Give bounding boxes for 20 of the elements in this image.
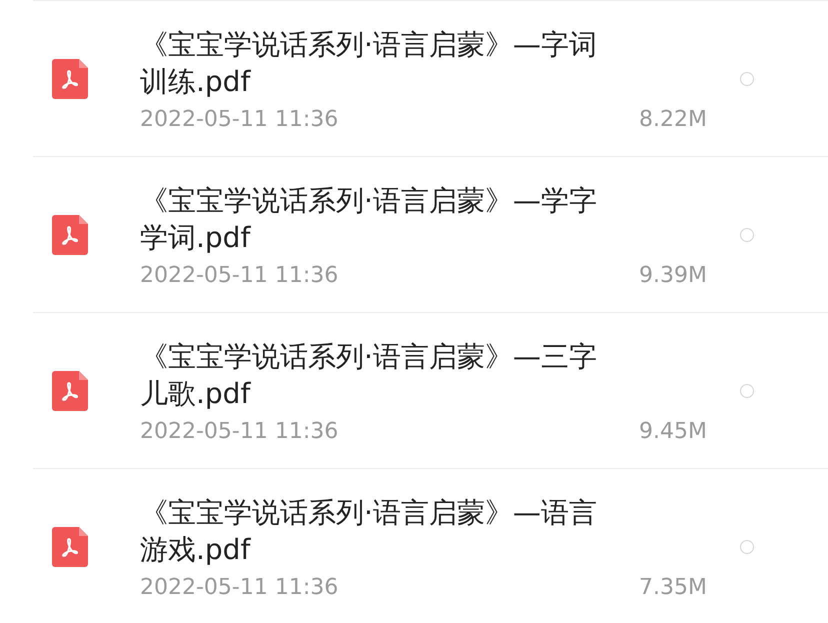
- file-date: 2022-05-11 11:36: [140, 419, 338, 444]
- pdf-file-icon: [52, 370, 88, 410]
- pdf-file-icon: [52, 214, 88, 254]
- file-size: 8.22M: [639, 107, 707, 132]
- file-size: 9.39M: [639, 263, 707, 288]
- file-name: 《宝宝学说话系列·语言启蒙》—语言游戏.pdf: [140, 494, 598, 568]
- select-radio[interactable]: [740, 384, 754, 398]
- pdf-file-icon: [52, 526, 88, 566]
- file-size: 9.45M: [639, 419, 707, 444]
- select-radio[interactable]: [740, 72, 754, 86]
- file-date: 2022-05-11 11:36: [140, 575, 338, 600]
- file-name: 《宝宝学说话系列·语言启蒙》—学字学词.pdf: [140, 182, 598, 256]
- file-date: 2022-05-11 11:36: [140, 107, 338, 132]
- file-name: 《宝宝学说话系列·语言启蒙》—三字儿歌.pdf: [140, 338, 598, 412]
- file-date: 2022-05-11 11:36: [140, 263, 338, 288]
- file-name: 《宝宝学说话系列·语言启蒙》—字词训练.pdf: [140, 26, 598, 100]
- file-size: 7.35M: [639, 575, 707, 600]
- pdf-file-icon: [52, 58, 88, 98]
- select-radio[interactable]: [740, 228, 754, 242]
- select-radio[interactable]: [740, 540, 754, 554]
